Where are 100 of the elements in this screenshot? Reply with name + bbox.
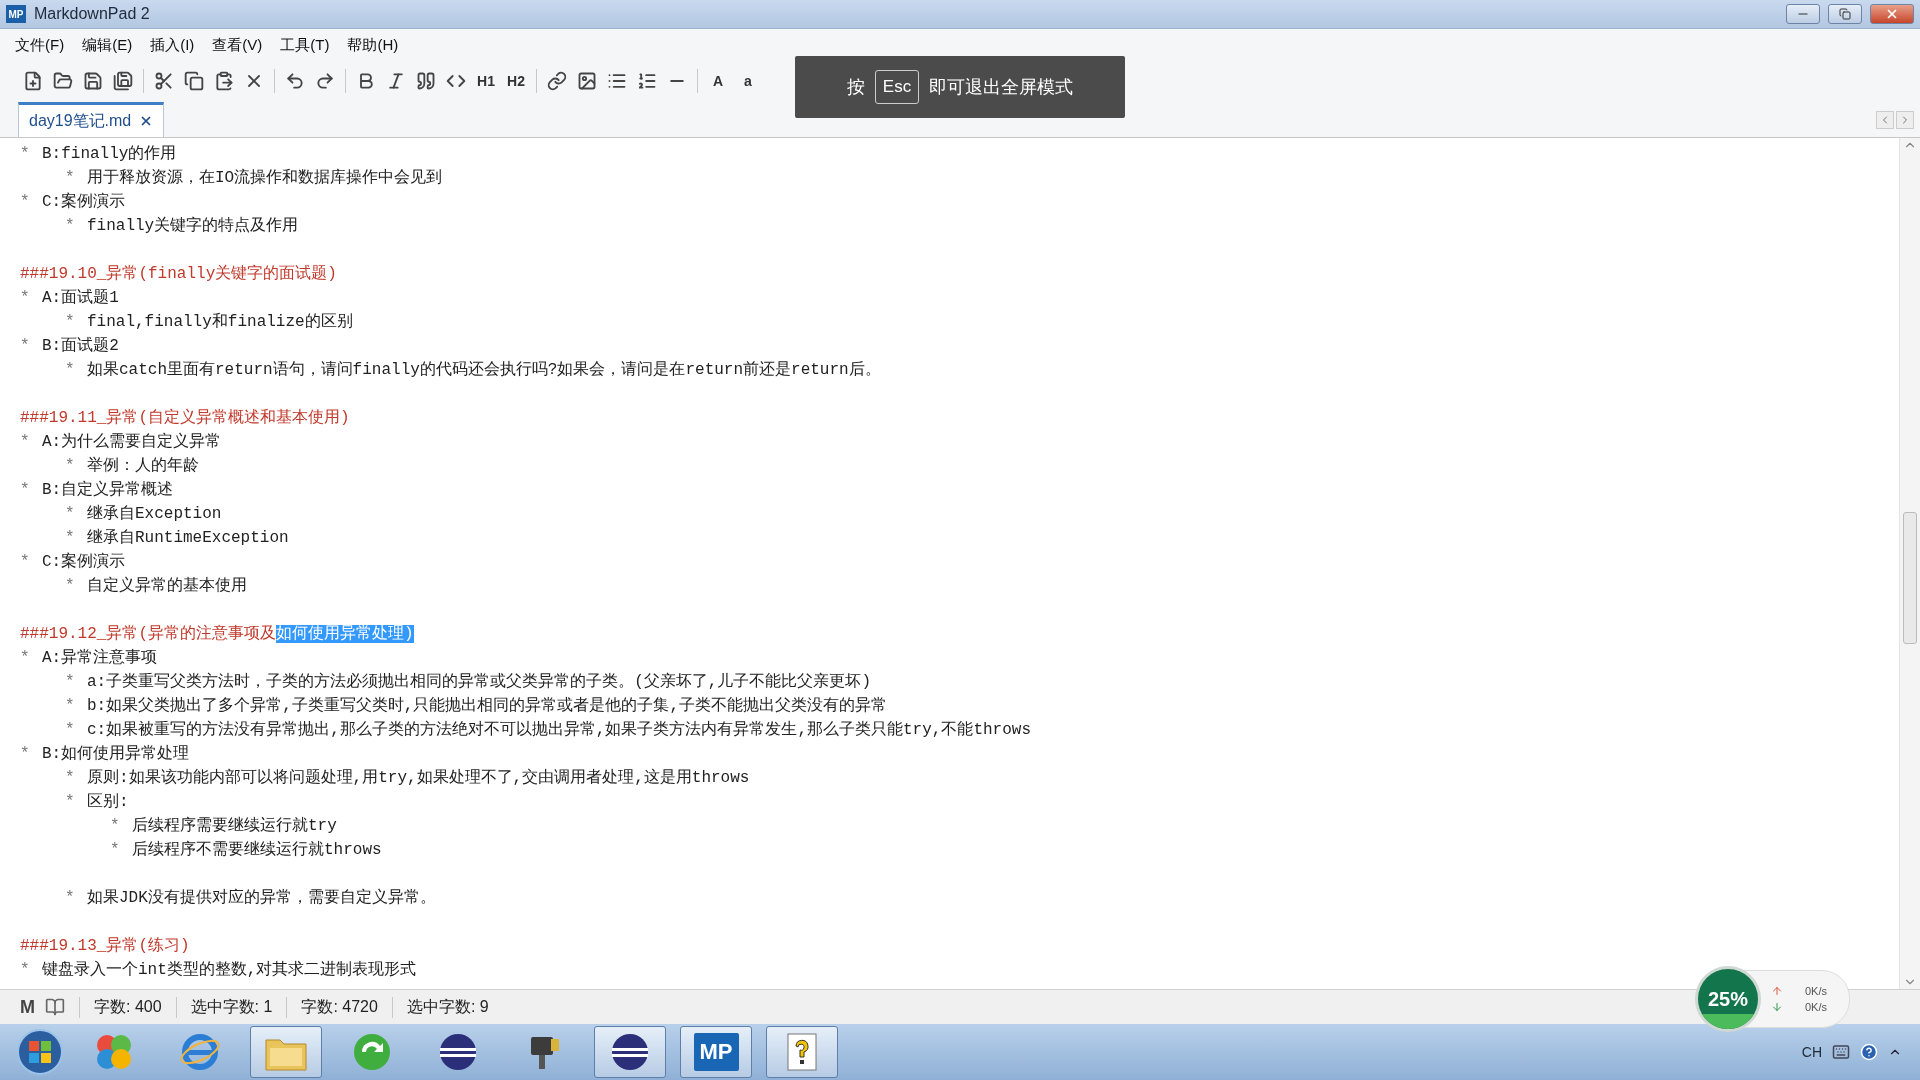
keyboard-icon[interactable] [1832,1043,1850,1061]
heading-button[interactable]: H1 [473,67,499,95]
case-button[interactable]: a [735,67,761,95]
numbered-list-icon[interactable] [637,71,657,91]
paste-icon[interactable] [214,71,234,91]
save-all-icon[interactable] [113,71,133,91]
image-icon[interactable] [577,71,597,91]
list-item-text: C:案例演示 [42,191,126,213]
list-item-text: 如果catch里面有return语句，请问finally的代码还会执行吗?如果会，请问是在return前还是return后。 [87,360,881,381]
menu-item[interactable]: 文件(F) [6,35,74,55]
bullet-marker: * [20,432,31,453]
fullscreen-toast: 按 Esc 即可退出全屏模式 [795,56,1125,118]
download-icon [1771,1001,1783,1013]
list-item-text: 区别: [87,792,129,813]
bullet-marker: * [65,696,76,717]
bullet-marker: * [65,216,76,237]
bullet-marker: * [65,456,76,477]
menu-item[interactable]: 查看(V) [203,35,272,55]
bullet-marker: * [20,648,31,669]
heading-line: ###19.10_异常(finally关键字的面试题) [20,263,337,285]
list-item-text: c:如果被重写的方法没有异常抛出,那么子类的方法绝对不可以抛出异常,如果子类方法内有异常发生,那么子类只能try,不能throws [87,719,1032,741]
list-item-text: B:自定义异常概述 [42,480,174,501]
close-icon [1885,7,1899,21]
list-item-text: C:案例演示 [42,551,126,573]
bullet-marker: * [65,720,76,741]
bullet-marker: * [65,528,76,549]
upload-icon [1771,985,1783,997]
bullet-marker: * [65,360,76,381]
menu-item[interactable]: 插入(I) [141,35,204,55]
restore-button[interactable] [1828,4,1862,24]
list-item-text: 键盘录入一个int类型的整数,对其求二进制表现形式 [42,960,417,981]
taskbar-button[interactable]: MP [680,1026,752,1078]
link-icon[interactable] [547,71,567,91]
bullet-marker: * [65,792,76,813]
taskbar-button[interactable] [594,1026,666,1078]
list-item-text: a:子类重写父类方法时，子类的方法必须抛出相同的异常或父类异常的子类。(父亲坏了,儿子不能比父亲更坏) [87,671,871,693]
bullet-marker: * [110,840,121,861]
bullet-marker: * [20,744,31,765]
bullet-marker: * [65,768,76,789]
status-item: 选中字数: 1 [175,996,287,1018]
folder-icon[interactable] [53,71,73,91]
browser-e-icon [179,1031,221,1073]
windows-start-icon[interactable] [16,1028,64,1076]
scrollbar-thumb[interactable] [1903,512,1917,644]
quote-icon[interactable] [416,71,436,91]
close-button[interactable] [1870,4,1914,24]
window-title: MarkdownPad 2 [34,5,151,23]
bullet-marker: * [65,168,76,189]
refresh-icon [351,1031,393,1073]
case-button[interactable]: A [705,67,731,95]
bullet-marker: * [20,552,31,573]
bulleted-list-icon[interactable] [607,71,627,91]
bullet-marker: * [65,312,76,333]
list-item-text: b:如果父类抛出了多个异常,子类重写父类时,只能抛出相同的异常或者是他的子集,子类不能抛出父类没有的异常 [87,696,887,717]
markdown-mode-button[interactable]: M [20,996,35,1018]
menu-item[interactable]: 工具(T) [271,35,339,55]
sphere-icon [609,1031,651,1073]
list-item-text: 继承自Exception [87,503,222,525]
list-item-text: 后续程序需要继续运行就try [132,815,337,837]
italic-icon[interactable] [386,71,406,91]
list-item-text: B:finally的作用 [42,144,177,165]
list-item-text: finally关键字的特点及作用 [87,215,299,237]
menu-item[interactable]: 编辑(E) [73,35,142,55]
download-rate: 0K/s [1804,1001,1827,1013]
bullet-marker: * [20,336,31,357]
document-tab[interactable]: day19笔记.md [18,102,165,137]
list-item-text: final,finally和finalize的区别 [87,312,353,333]
bullet-marker: * [65,672,76,693]
redo-icon[interactable] [315,71,335,91]
upload-rate: 0K/s [1804,985,1827,997]
help-icon[interactable] [1860,1043,1878,1061]
save-icon[interactable] [83,71,103,91]
bullet-marker: * [20,288,31,309]
bullet-marker: * [65,888,76,909]
bullet-marker: * [65,576,76,597]
sphere-icon [437,1031,479,1073]
list-item-text: A:为什么需要自定义异常 [42,432,222,453]
restore-icon [1839,8,1851,20]
bullet-marker: * [20,192,31,213]
bullet-marker: * [20,480,31,501]
status-item: 选中字数: 9 [391,996,503,1018]
heading-button[interactable]: H2 [503,67,529,95]
bullet-marker: * [110,816,121,837]
menu-item[interactable]: 帮助(H) [338,35,408,55]
cut-icon[interactable] [154,71,174,91]
minimize-button[interactable] [1786,4,1820,24]
list-item-text: A:面试题1 [42,288,119,309]
app-logo: MP [6,5,26,23]
copy-icon[interactable] [184,71,204,91]
status-item: 字数: 4720 [286,996,392,1018]
book-icon[interactable] [45,997,65,1017]
input-language[interactable]: CH [1801,1044,1822,1060]
bullet-marker: * [20,144,31,165]
list-item-text: 后续程序不需要继续运行就throws [132,839,382,861]
list-item-text: B:面试题2 [42,336,119,357]
list-item-text: B:如何使用异常处理 [42,744,190,765]
list-item-text: 原则:如果该功能内部可以将问题处理,用try,如果处理不了,交由调用者处理,这是用throws [87,767,750,789]
new-file-icon[interactable] [23,71,43,91]
undo-icon[interactable] [285,71,305,91]
list-item-text: 用于释放资源，在IO流操作和数据库操作中会见到 [87,167,443,189]
